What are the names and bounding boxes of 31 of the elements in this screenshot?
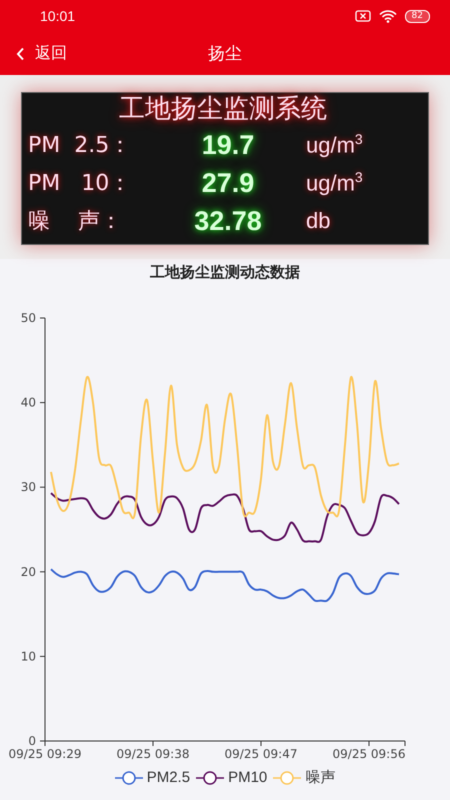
reading-value: 19.7 [200,130,256,160]
sim-card-icon [354,10,371,22]
x-tick-label: 09/25 09:29 [8,747,82,761]
y-tick-label: 40 [20,396,36,410]
y-tick-label: 20 [20,564,36,579]
reading-unit: ug/m$^{3}$ [305,131,364,159]
legend-item[interactable]: PM2.5 [114,769,190,786]
reading-value: 32.78 [193,206,263,236]
chart-title: 工地扬尘监测动态数据 [149,263,301,282]
reading-unit: db [305,208,332,234]
wifi-icon [378,10,397,22]
legend-item[interactable]: PM10 [196,769,268,786]
x-tick-label: 09/25 09:38 [116,747,190,761]
reading-label: PM 10： [28,170,132,198]
y-tick-label: 10 [20,649,36,664]
battery-indicator: 82 [404,10,430,22]
x-tick-label: 09/25 09:56 [332,747,406,761]
y-tick-label: 0 [28,734,36,748]
reading-unit: ug/m$^{3}$ [305,169,364,197]
x-tick-label: 09/25 09:47 [224,747,298,761]
status-time: 10:01 [40,8,76,24]
reading-label: 噪 声： [28,208,123,236]
page-title: 扬尘 [208,43,242,65]
display-title: 工地扬尘监测系统 [118,93,328,126]
chevron-left-icon [16,46,25,60]
legend-item[interactable]: 噪声 [273,768,336,787]
reading-label: PM 2.5： [28,132,132,160]
back-button[interactable]: 返回 [16,43,67,64]
y-tick-label: 30 [20,480,36,494]
reading-value: 27.9 [200,168,256,198]
y-tick-label: 50 [20,311,36,325]
